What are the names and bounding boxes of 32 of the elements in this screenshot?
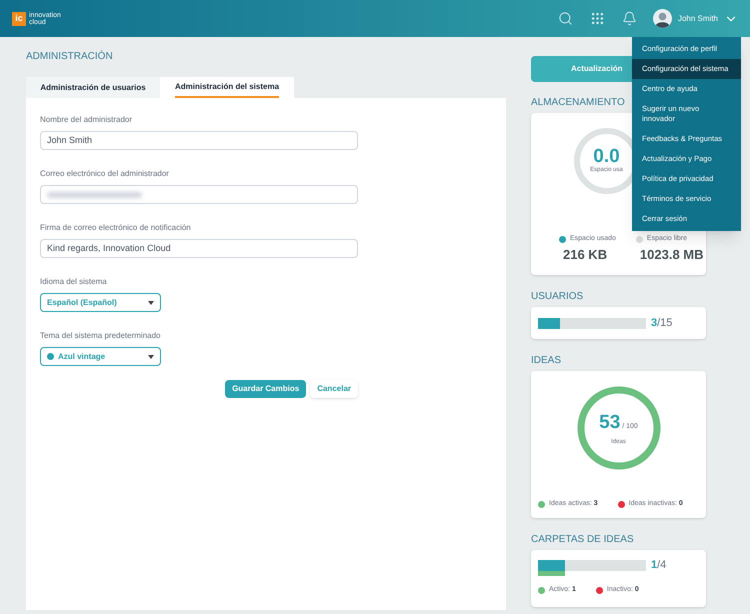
field-label: Nombre del administrador xyxy=(40,114,134,126)
field-label: Firma de correo electrónico de notificación xyxy=(40,222,192,234)
users-count: 3/15 xyxy=(651,316,672,331)
tab[interactable]: Administración del sistema xyxy=(160,77,294,98)
legend-value: 1023.8 MB xyxy=(640,246,704,264)
logo-mark: ic xyxy=(12,12,26,26)
field-label: Idioma del sistema xyxy=(40,276,108,288)
caret-icon xyxy=(148,354,154,358)
page-title: ADMINISTRACIÓN xyxy=(26,49,114,64)
input-field[interactable] xyxy=(40,185,358,204)
section-title: USUARIOS xyxy=(531,290,584,304)
avatar[interactable] xyxy=(652,9,672,28)
field-label: Tema del sistema predeterminado xyxy=(40,330,162,342)
search-icon[interactable] xyxy=(558,11,573,26)
tab[interactable]: Administración de usuarios xyxy=(26,77,160,98)
folders-count: 1/4 xyxy=(651,560,666,571)
user-name[interactable]: John Smith xyxy=(678,12,718,24)
select-field[interactable]: Español (Español) xyxy=(40,293,161,312)
section-title: CARPETAS DE IDEAS xyxy=(531,533,635,547)
save-button[interactable]: Guardar Cambios xyxy=(225,380,306,398)
storage-percent: 0.0 xyxy=(593,147,620,166)
select-field[interactable]: Azul vintage xyxy=(40,347,161,366)
bell-icon[interactable] xyxy=(622,11,637,26)
input-field[interactable]: Kind regards, Innovation Cloud xyxy=(40,239,358,258)
apps-grid-icon[interactable] xyxy=(590,11,605,26)
input-field[interactable]: John Smith xyxy=(40,131,358,150)
section-title: IDEAS xyxy=(531,354,562,368)
field-label: Correo electrónico del administrador xyxy=(40,168,170,180)
caret-icon xyxy=(148,300,154,304)
legend-value: 216 KB xyxy=(563,246,608,264)
cancel-button[interactable]: Cancelar xyxy=(310,380,358,398)
section-title: ALMACENAMIENTO xyxy=(531,96,625,110)
